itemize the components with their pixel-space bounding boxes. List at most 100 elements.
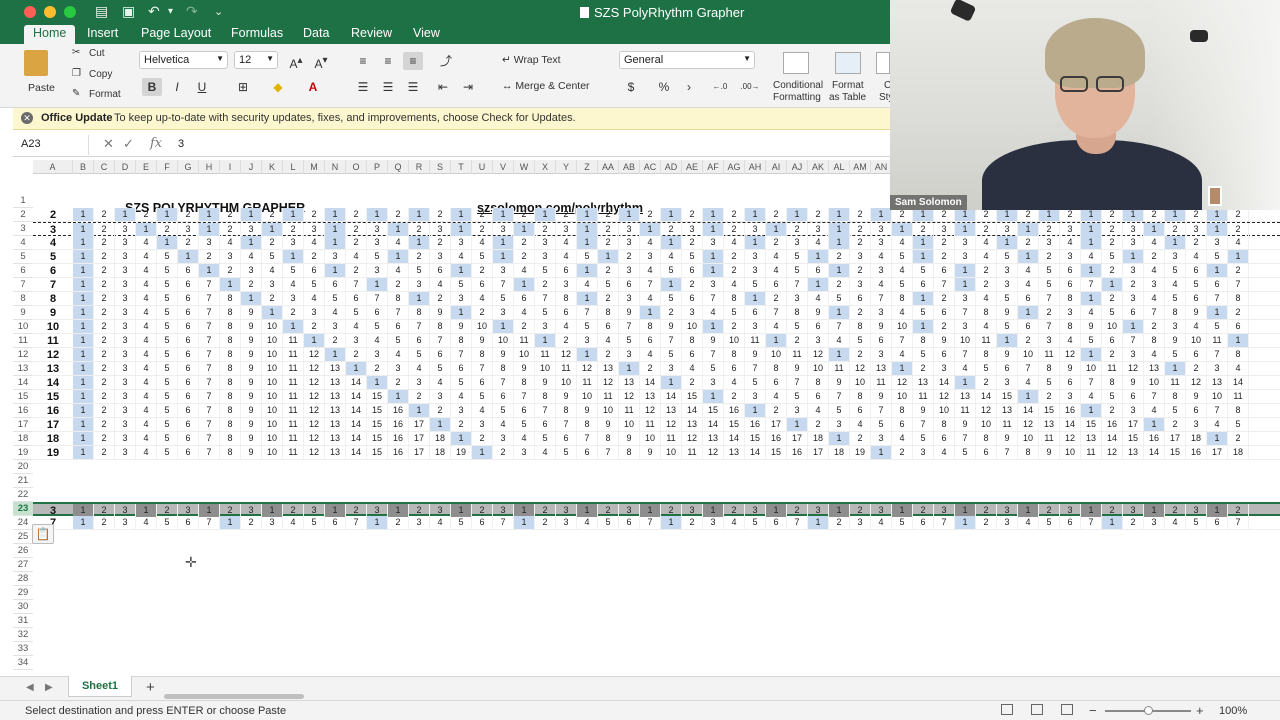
table-cell[interactable]: 4 — [136, 376, 157, 389]
table-cell[interactable]: 1 — [1018, 306, 1039, 319]
table-cell[interactable]: 11 — [661, 432, 682, 445]
table-cell[interactable]: 2 — [262, 292, 283, 305]
table-cell[interactable]: 5 — [1039, 376, 1060, 389]
table-cell[interactable]: 2 — [388, 208, 409, 221]
table-cell[interactable]: 5 — [556, 446, 577, 459]
table-cell[interactable]: 2 — [346, 223, 367, 236]
table-cell[interactable]: 12 — [556, 348, 577, 361]
table-cell[interactable]: 11 — [640, 418, 661, 431]
table-cell[interactable]: 1 — [73, 264, 94, 277]
table-cell[interactable]: 11 — [1039, 348, 1060, 361]
table-cell[interactable]: 1 — [1081, 292, 1102, 305]
table-cell[interactable]: 4 — [724, 278, 745, 291]
table-cell[interactable]: 1 — [1018, 250, 1039, 263]
cut-button[interactable]: Cut — [89, 48, 105, 59]
table-cell[interactable]: 5 — [1186, 516, 1207, 529]
wrap-text-button[interactable]: ↵ Wrap Text — [502, 54, 561, 66]
table-cell[interactable]: 1 — [766, 334, 787, 347]
table-cell[interactable]: 4 — [808, 236, 829, 249]
table-cell[interactable]: 3 — [997, 376, 1018, 389]
table-cell[interactable]: 4 — [388, 348, 409, 361]
table-cell[interactable]: 2 — [94, 418, 115, 431]
table-cell[interactable]: 11 — [283, 376, 304, 389]
table-cell[interactable]: 4 — [640, 264, 661, 277]
table-cell[interactable]: 1 — [73, 432, 94, 445]
table-cell[interactable]: 2 — [220, 264, 241, 277]
table-cell[interactable]: 14 — [703, 418, 724, 431]
table-cell[interactable]: 5 — [157, 320, 178, 333]
table-cell[interactable]: 10 — [598, 404, 619, 417]
table-cell[interactable]: 1 — [220, 516, 241, 529]
table-cell[interactable]: 1 — [367, 278, 388, 291]
table-cell[interactable]: 3 — [829, 418, 850, 431]
table-cell[interactable]: 5 — [619, 334, 640, 347]
table-cell[interactable]: 5 — [430, 362, 451, 375]
table-cell[interactable]: 4 — [409, 362, 430, 375]
table-cell[interactable]: 11 — [577, 376, 598, 389]
normal-view-icon[interactable] — [1001, 704, 1013, 715]
table-cell[interactable]: 9 — [661, 320, 682, 333]
table-cell[interactable]: 8 — [472, 348, 493, 361]
table-cell[interactable]: 13 — [703, 432, 724, 445]
table-cell[interactable]: 7 — [640, 278, 661, 291]
table-cell[interactable]: 5 — [577, 320, 598, 333]
table-cell[interactable]: 5 — [409, 348, 430, 361]
conditional-formatting-label-1[interactable]: Conditional — [773, 80, 823, 91]
table-cell[interactable]: 5 — [913, 306, 934, 319]
table-cell[interactable]: 11 — [745, 334, 766, 347]
table-cell[interactable]: 4 — [1144, 404, 1165, 417]
table-cell[interactable]: 1 — [73, 320, 94, 333]
table-cell[interactable]: 15 — [1123, 432, 1144, 445]
table-cell[interactable]: 12 — [304, 418, 325, 431]
table-cell[interactable]: 6 — [1123, 390, 1144, 403]
table-cell[interactable]: 12 — [661, 418, 682, 431]
table-cell[interactable]: 3 — [115, 320, 136, 333]
tab-sheet1[interactable]: Sheet1 — [68, 676, 132, 697]
table-cell[interactable]: 11 — [1102, 362, 1123, 375]
table-cell[interactable]: 5 — [472, 390, 493, 403]
table-cell[interactable]: 12 — [640, 404, 661, 417]
table-cell[interactable]: 3 — [115, 250, 136, 263]
row-header[interactable]: 3 — [13, 222, 33, 236]
table-cell[interactable]: 10 — [1018, 432, 1039, 445]
table-cell[interactable]: 2 — [1165, 223, 1186, 236]
table-cell[interactable]: 2 — [94, 250, 115, 263]
row-header[interactable]: 32 — [13, 628, 33, 642]
table-cell[interactable]: 3 — [388, 362, 409, 375]
table-cell[interactable]: 1 — [73, 516, 94, 529]
table-cell[interactable]: 5 — [976, 362, 997, 375]
table-cell[interactable]: 6 — [682, 292, 703, 305]
table-cell[interactable]: 6 — [766, 516, 787, 529]
table-cell[interactable]: 8 — [640, 320, 661, 333]
table-cell[interactable]: 2 — [1144, 320, 1165, 333]
table-cell[interactable]: 17 — [1165, 432, 1186, 445]
column-header[interactable]: G — [178, 160, 199, 174]
table-cell[interactable]: 2 — [1102, 348, 1123, 361]
table-cell[interactable]: 1 — [199, 223, 220, 236]
table-cell[interactable]: 1 — [619, 362, 640, 375]
table-cell[interactable]: 4 — [430, 278, 451, 291]
table-cell[interactable]: 8 — [1102, 376, 1123, 389]
row-header[interactable]: 21 — [13, 474, 33, 488]
table-cell[interactable]: 13 — [682, 418, 703, 431]
decrease-decimal-button[interactable]: .00→ — [737, 78, 763, 96]
table-cell[interactable]: 2 — [262, 236, 283, 249]
table-cell[interactable]: 10 — [262, 390, 283, 403]
table-cell[interactable]: 4 — [1081, 390, 1102, 403]
table-cell[interactable]: 11 — [283, 404, 304, 417]
table-cell[interactable]: 6 — [178, 376, 199, 389]
comma-button[interactable]: › — [679, 78, 699, 96]
table-cell[interactable]: 5 — [157, 334, 178, 347]
table-cell[interactable]: 4 — [136, 278, 157, 291]
table-cell[interactable]: 12 — [304, 376, 325, 389]
table-cell[interactable]: 4 — [955, 362, 976, 375]
table-cell[interactable]: 4 — [304, 236, 325, 249]
enter-icon[interactable]: ✓ — [123, 136, 134, 152]
table-cell[interactable]: 5 — [913, 348, 934, 361]
table-cell[interactable]: 11 — [997, 418, 1018, 431]
table-cell[interactable]: 11 — [283, 362, 304, 375]
table-cell[interactable]: 2 — [514, 236, 535, 249]
conditional-formatting-icon[interactable] — [783, 52, 809, 74]
table-cell[interactable]: 3 — [619, 236, 640, 249]
table-cell[interactable]: 2 — [640, 208, 661, 221]
